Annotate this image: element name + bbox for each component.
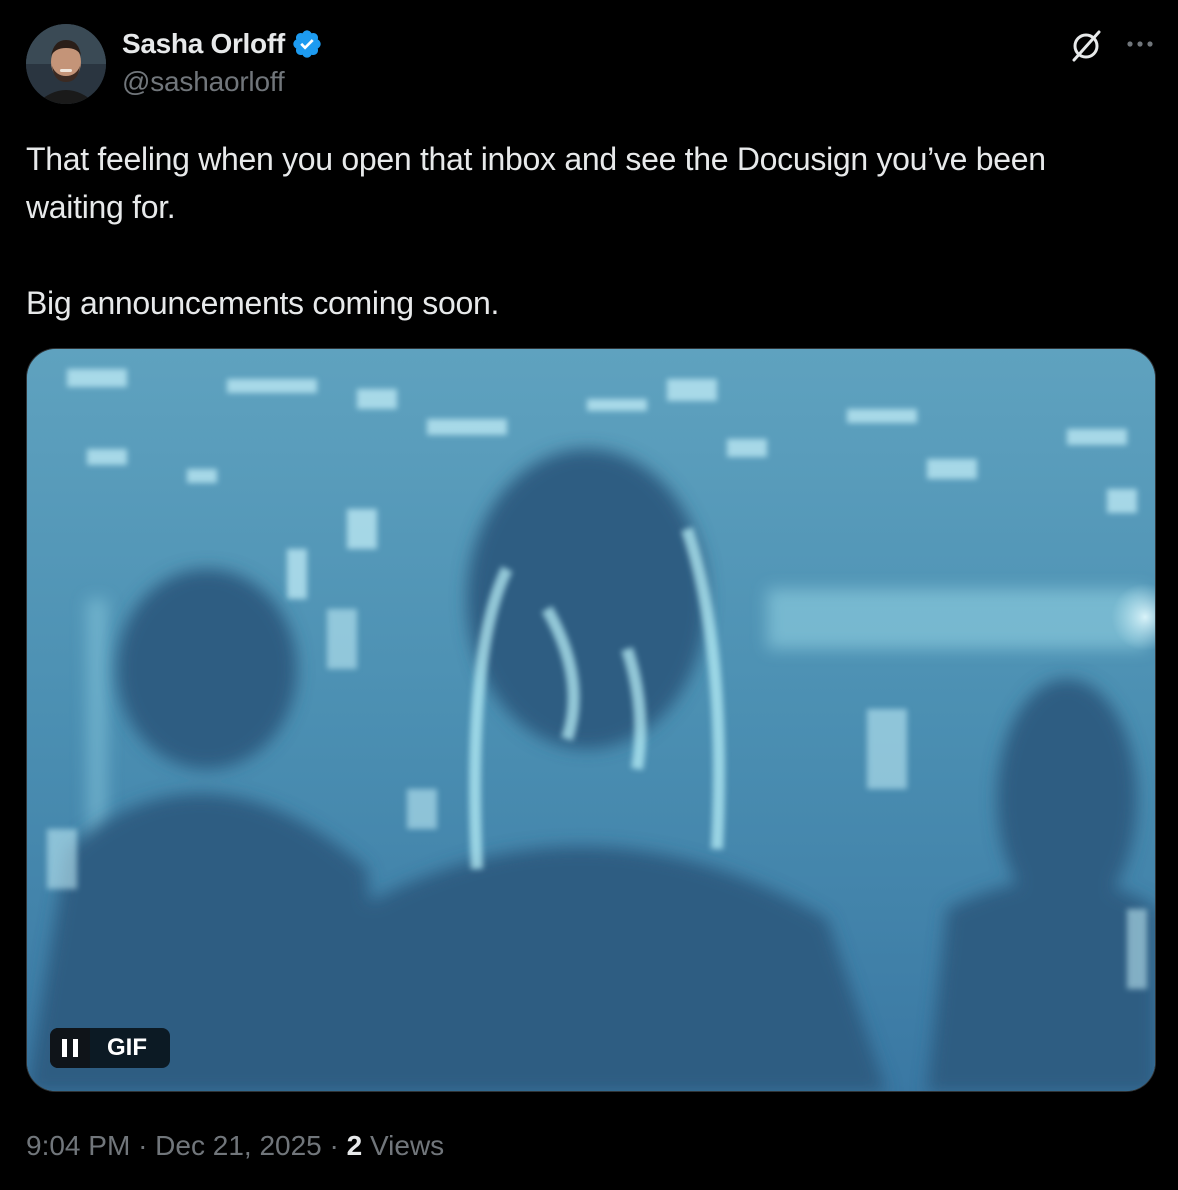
gif-media[interactable] — [26, 348, 1156, 1092]
gif-control[interactable]: GIF — [50, 1028, 170, 1068]
tweet-time[interactable]: 9:04 PM — [26, 1130, 130, 1161]
author-display-name[interactable]: Sasha Orloff — [122, 28, 285, 60]
meta-separator: · — [138, 1130, 148, 1161]
tweet: Sasha Orloff @sashaorloff That feeling w… — [0, 0, 1178, 1190]
author-handle[interactable]: @sashaorloff — [122, 66, 285, 98]
verified-badge-icon[interactable] — [291, 28, 323, 60]
meta-separator: · — [329, 1130, 339, 1161]
views-label: Views — [370, 1130, 445, 1161]
pause-icon[interactable] — [50, 1028, 90, 1068]
views-count: 2 — [346, 1130, 363, 1161]
author-name-row: Sasha Orloff — [122, 27, 323, 61]
tweet-text: That feeling when you open that inbox an… — [26, 135, 1146, 327]
tweet-text-line: That feeling when you open that inbox an… — [26, 141, 1046, 225]
tweet-text-line: Big announcements coming soon. — [26, 285, 500, 321]
avatar[interactable] — [26, 24, 106, 104]
gif-badge-label: GIF — [107, 1034, 147, 1061]
grok-icon[interactable] — [1066, 26, 1106, 66]
tweet-date[interactable]: Dec 21, 2025 — [155, 1130, 322, 1161]
more-icon[interactable] — [1118, 24, 1162, 64]
tweet-meta: 9:04 PM · Dec 21, 2025 · 2 Views — [26, 1130, 444, 1162]
